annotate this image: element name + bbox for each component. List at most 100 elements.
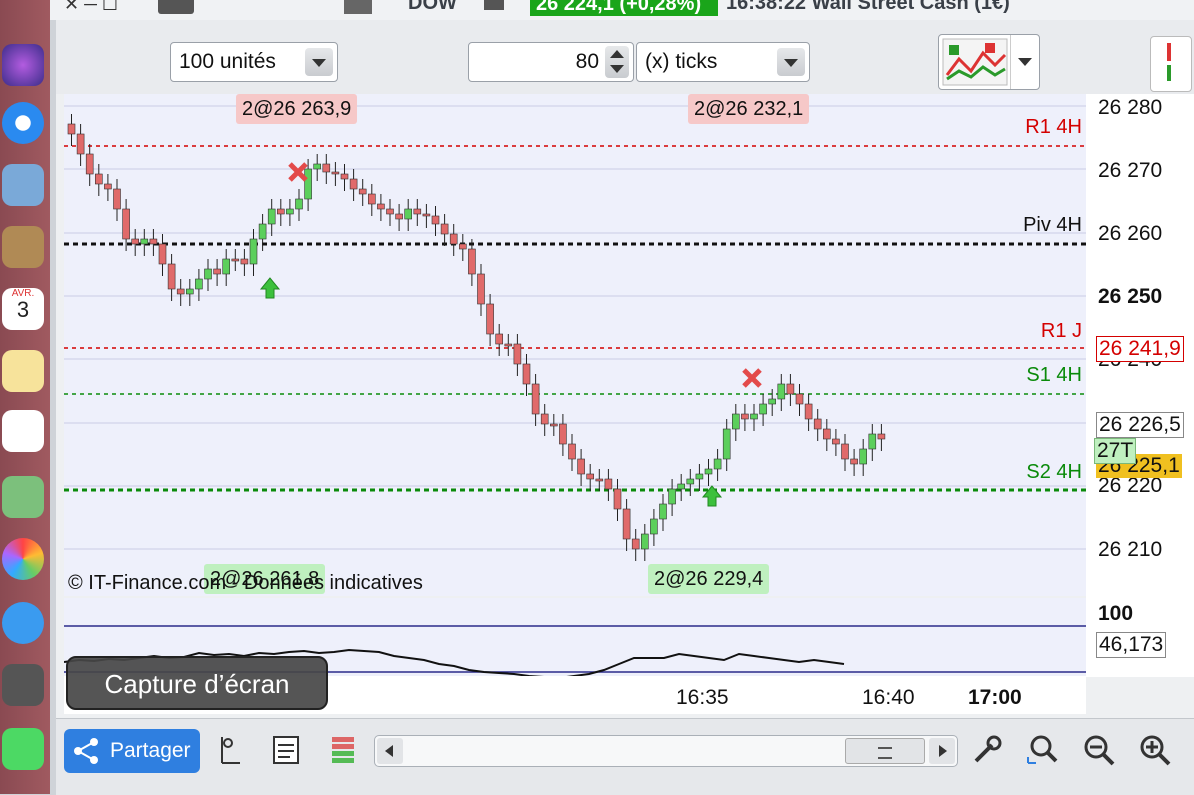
info-icon[interactable] xyxy=(484,0,504,10)
candle-body xyxy=(85,153,94,175)
price-label: 26 260 xyxy=(1098,222,1163,245)
candle-body xyxy=(258,223,267,240)
candle-body xyxy=(659,503,667,520)
scroll-thumb[interactable] xyxy=(845,738,925,764)
chart-scrollbar[interactable] xyxy=(374,735,958,767)
order-book-icon[interactable] xyxy=(326,733,360,767)
candle-body xyxy=(122,208,130,240)
candle-body xyxy=(504,343,513,347)
level-label-piv-4h: Piv 4H xyxy=(1023,214,1082,236)
time-label: 16:35 xyxy=(676,686,729,709)
osc-value-tag: 46,173 xyxy=(1096,632,1167,658)
candle-body xyxy=(440,223,449,235)
calendar-day: 3 xyxy=(16,297,30,322)
r1j-price-tag: 26 241,9 xyxy=(1096,336,1184,362)
draw-tool-icon[interactable] xyxy=(214,733,248,767)
level-label-s2-4h: S2 4H xyxy=(1026,461,1082,483)
flag-top-1: 2@26 263,9 xyxy=(236,94,358,124)
mail-icon[interactable] xyxy=(2,164,44,206)
candle-body xyxy=(249,238,258,265)
reminders-icon[interactable] xyxy=(2,410,44,452)
stepper-arrows-icon[interactable] xyxy=(605,46,629,78)
ticks-unit-select[interactable]: (x) ticks xyxy=(636,42,810,82)
candle-body xyxy=(604,478,613,490)
safari-icon[interactable] xyxy=(2,102,44,144)
zoom-in-icon[interactable] xyxy=(1138,733,1172,767)
zoom-fit-icon[interactable] xyxy=(1026,733,1060,767)
level-label-s1-4h: S1 4H xyxy=(1026,364,1082,386)
price-axis[interactable]: 26 280 26 270 26 260 26 250 26 240 26 22… xyxy=(1086,94,1194,677)
chevron-down-icon[interactable] xyxy=(777,48,805,76)
maps-icon[interactable] xyxy=(2,476,44,518)
candle-body xyxy=(313,163,321,170)
candle-body xyxy=(204,268,212,280)
price-label: 26 270 xyxy=(1098,159,1163,182)
candle-body xyxy=(267,208,276,225)
strategy-selector[interactable] xyxy=(938,34,1040,90)
candle-body xyxy=(431,215,440,225)
candle-body xyxy=(768,398,777,405)
notes-icon[interactable] xyxy=(2,350,44,392)
siri-icon[interactable] xyxy=(2,44,44,86)
scroll-right-icon[interactable] xyxy=(929,738,955,764)
candle-body xyxy=(741,413,749,420)
screenshot-icon[interactable] xyxy=(2,664,44,706)
candle-body xyxy=(650,518,658,535)
calendar-icon[interactable]: AVR. 3 xyxy=(2,288,44,330)
screenshot-tooltip: Capture d’écran xyxy=(66,656,328,710)
contacts-icon[interactable] xyxy=(2,226,44,268)
candle-body xyxy=(668,488,676,505)
candle-body xyxy=(786,383,795,395)
messages-icon[interactable] xyxy=(2,602,44,644)
candle-body xyxy=(713,458,722,470)
candle-body xyxy=(349,178,358,190)
chevron-down-icon[interactable] xyxy=(305,48,333,76)
candle-body xyxy=(731,413,740,430)
candle-body xyxy=(158,243,167,265)
photos-icon[interactable] xyxy=(2,538,44,580)
candle-body xyxy=(94,173,103,185)
candle-body xyxy=(458,243,467,250)
candle-body xyxy=(140,238,149,245)
facetime-icon[interactable] xyxy=(2,728,44,770)
chevron-down-icon[interactable] xyxy=(1010,35,1039,89)
candle-body xyxy=(286,208,294,215)
quantity-select[interactable]: 100 unités xyxy=(170,42,338,82)
instrument-name[interactable]: DOW xyxy=(408,0,457,15)
candle-body xyxy=(186,288,194,295)
window-controls-icon[interactable]: ✕ ─ ☐ xyxy=(64,0,118,15)
chart-canvas[interactable] xyxy=(64,94,1086,596)
buy-sell-toggle-icon[interactable] xyxy=(1150,36,1192,92)
order-ticket-icon[interactable] xyxy=(270,733,304,767)
candle-body xyxy=(531,383,540,415)
candle-body xyxy=(540,413,549,425)
candle-type-icon[interactable] xyxy=(344,0,372,14)
candle-body xyxy=(295,198,303,210)
candle-body xyxy=(841,443,849,460)
keyboard-icon[interactable] xyxy=(158,0,194,14)
candle-body xyxy=(613,488,622,510)
candle-body xyxy=(877,433,886,440)
flag-bottom-2: 2@26 229,4 xyxy=(648,564,770,594)
scroll-left-icon[interactable] xyxy=(377,738,403,764)
clock-and-market: 16:38:22 Wall Street Cash (1€) xyxy=(726,0,1010,14)
settings-wrench-icon[interactable] xyxy=(970,733,1004,767)
dock: AVR. 3 xyxy=(0,0,50,794)
candle-body xyxy=(486,303,494,335)
candle-body xyxy=(468,248,476,275)
candle-body xyxy=(777,383,786,400)
candle-body xyxy=(358,188,367,195)
candle-body xyxy=(595,478,604,482)
share-button[interactable]: Partager xyxy=(64,729,200,773)
candle-body xyxy=(76,133,85,155)
price-label: 26 210 xyxy=(1098,538,1163,561)
zoom-out-icon[interactable] xyxy=(1082,733,1116,767)
ticks-stepper[interactable]: 80 xyxy=(468,42,634,82)
candle-body xyxy=(240,258,249,265)
price-chart[interactable]: 2@26 263,9 2@26 232,1 2@26 261,8 2@26 22… xyxy=(64,94,1086,596)
order-toolbar: 100 unités 80 (x) ticks xyxy=(56,20,1194,94)
strategy-chart-icon xyxy=(942,38,1008,86)
candle-body xyxy=(367,193,376,205)
candle-body xyxy=(113,188,121,210)
bottom-toolbar: Partager xyxy=(56,718,1194,795)
